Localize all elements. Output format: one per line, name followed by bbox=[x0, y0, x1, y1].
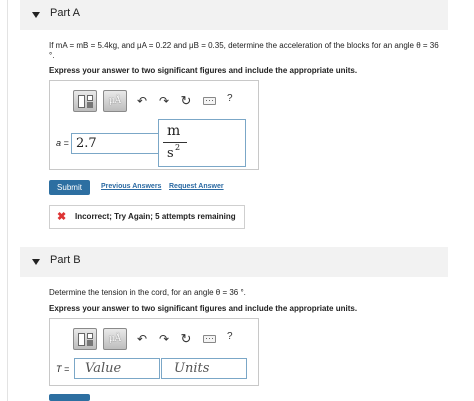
part-a-instruction: Express your answer to two significant f… bbox=[49, 66, 358, 75]
part-a-question-cont: °. bbox=[49, 51, 55, 60]
part-b-question: Determine the tension in the cord, for a… bbox=[49, 288, 246, 297]
part-b-value-input[interactable]: Value bbox=[74, 358, 160, 379]
templates-icon[interactable] bbox=[73, 90, 97, 112]
collapse-triangle-icon[interactable] bbox=[32, 12, 40, 18]
undo-icon[interactable]: ↶ bbox=[135, 331, 149, 347]
part-a-question: If mA = mB = 5.4kg, and μA = 0.22 and μB… bbox=[49, 41, 439, 50]
request-answer-link[interactable]: Request Answer bbox=[169, 183, 224, 190]
part-a-title: Part A bbox=[50, 7, 80, 19]
collapse-triangle-icon[interactable] bbox=[32, 259, 40, 265]
redo-icon[interactable]: ↷ bbox=[157, 93, 171, 109]
units-exponent: 2 bbox=[175, 143, 181, 152]
part-b-submit-button-partial[interactable] bbox=[49, 394, 90, 401]
reset-icon[interactable]: ↻ bbox=[179, 93, 193, 109]
part-a-variable-label: a = bbox=[56, 138, 69, 148]
redo-icon[interactable]: ↷ bbox=[157, 331, 171, 347]
part-a-units-input[interactable]: m s 2 bbox=[158, 119, 246, 167]
submit-button[interactable]: Submit bbox=[49, 180, 90, 195]
left-rule bbox=[7, 0, 8, 401]
reset-icon[interactable]: ↻ bbox=[179, 331, 193, 347]
keyboard-icon[interactable] bbox=[203, 335, 216, 343]
part-b-title: Part B bbox=[50, 254, 81, 266]
previous-answers-link[interactable]: Previous Answers bbox=[101, 183, 161, 190]
part-b-header[interactable]: Part B bbox=[20, 247, 448, 277]
part-b-units-input[interactable]: Units bbox=[161, 358, 247, 379]
feedback-box: ✖ Incorrect; Try Again; 5 attempts remai… bbox=[49, 205, 245, 229]
units-numerator: m bbox=[167, 123, 181, 139]
symbols-icon[interactable]: μÅ bbox=[103, 328, 127, 350]
help-icon[interactable]: ? bbox=[227, 331, 233, 342]
feedback-message: Incorrect; Try Again; 5 attempts remaini… bbox=[75, 212, 236, 221]
keyboard-icon[interactable] bbox=[203, 97, 216, 105]
part-a-value-input[interactable]: 2.7 bbox=[71, 133, 159, 154]
incorrect-x-icon: ✖ bbox=[57, 211, 67, 223]
undo-icon[interactable]: ↶ bbox=[135, 93, 149, 109]
help-icon[interactable]: ? bbox=[227, 93, 233, 104]
part-b-variable-label: T = bbox=[56, 364, 70, 374]
part-a-header[interactable]: Part A bbox=[20, 0, 448, 30]
units-denominator: s bbox=[167, 146, 174, 161]
symbols-icon[interactable]: μÅ bbox=[103, 90, 127, 112]
templates-icon[interactable] bbox=[73, 328, 97, 350]
part-b-instruction: Express your answer to two significant f… bbox=[49, 304, 358, 313]
